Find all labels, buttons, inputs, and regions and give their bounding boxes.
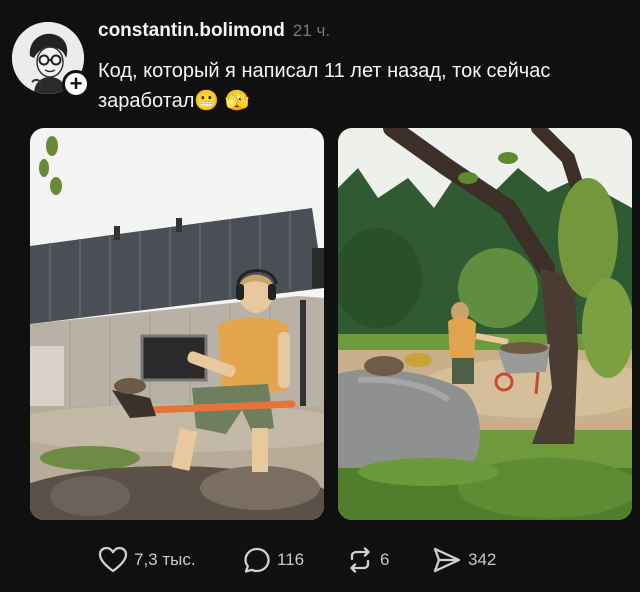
- grimacing-emoji: 😬: [194, 90, 220, 112]
- peeking-emoji: 🫣: [224, 90, 250, 112]
- share-button[interactable]: 342: [432, 546, 496, 574]
- reply-count: 116: [277, 550, 305, 569]
- share-count: 342: [468, 550, 497, 569]
- post-image-1[interactable]: [30, 128, 324, 520]
- post-actions: 7,3 тыс. 116 6 342: [0, 540, 640, 580]
- reply-button[interactable]: 116: [243, 546, 304, 574]
- repost-count: 6: [380, 550, 390, 569]
- repost-icon: [346, 546, 374, 574]
- send-icon: [432, 546, 462, 574]
- repost-button[interactable]: 6: [346, 546, 389, 574]
- post-body: Код, который я написал 11 лет назад, ток…: [98, 60, 551, 112]
- post-text: Код, который я написал 11 лет назад, ток…: [98, 56, 618, 116]
- heart-icon: [98, 546, 128, 574]
- post-header: constantin.bolimond 21 ч.: [98, 20, 330, 42]
- like-button[interactable]: 7,3 тыс.: [98, 546, 196, 574]
- avatar-container[interactable]: +: [12, 22, 90, 98]
- post-image-2[interactable]: [338, 128, 632, 520]
- post-timestamp[interactable]: 21 ч.: [293, 21, 330, 41]
- username[interactable]: constantin.bolimond: [98, 20, 285, 42]
- like-count: 7,3 тыс.: [134, 550, 196, 569]
- comment-icon: [243, 546, 271, 574]
- follow-plus-icon[interactable]: +: [62, 70, 90, 98]
